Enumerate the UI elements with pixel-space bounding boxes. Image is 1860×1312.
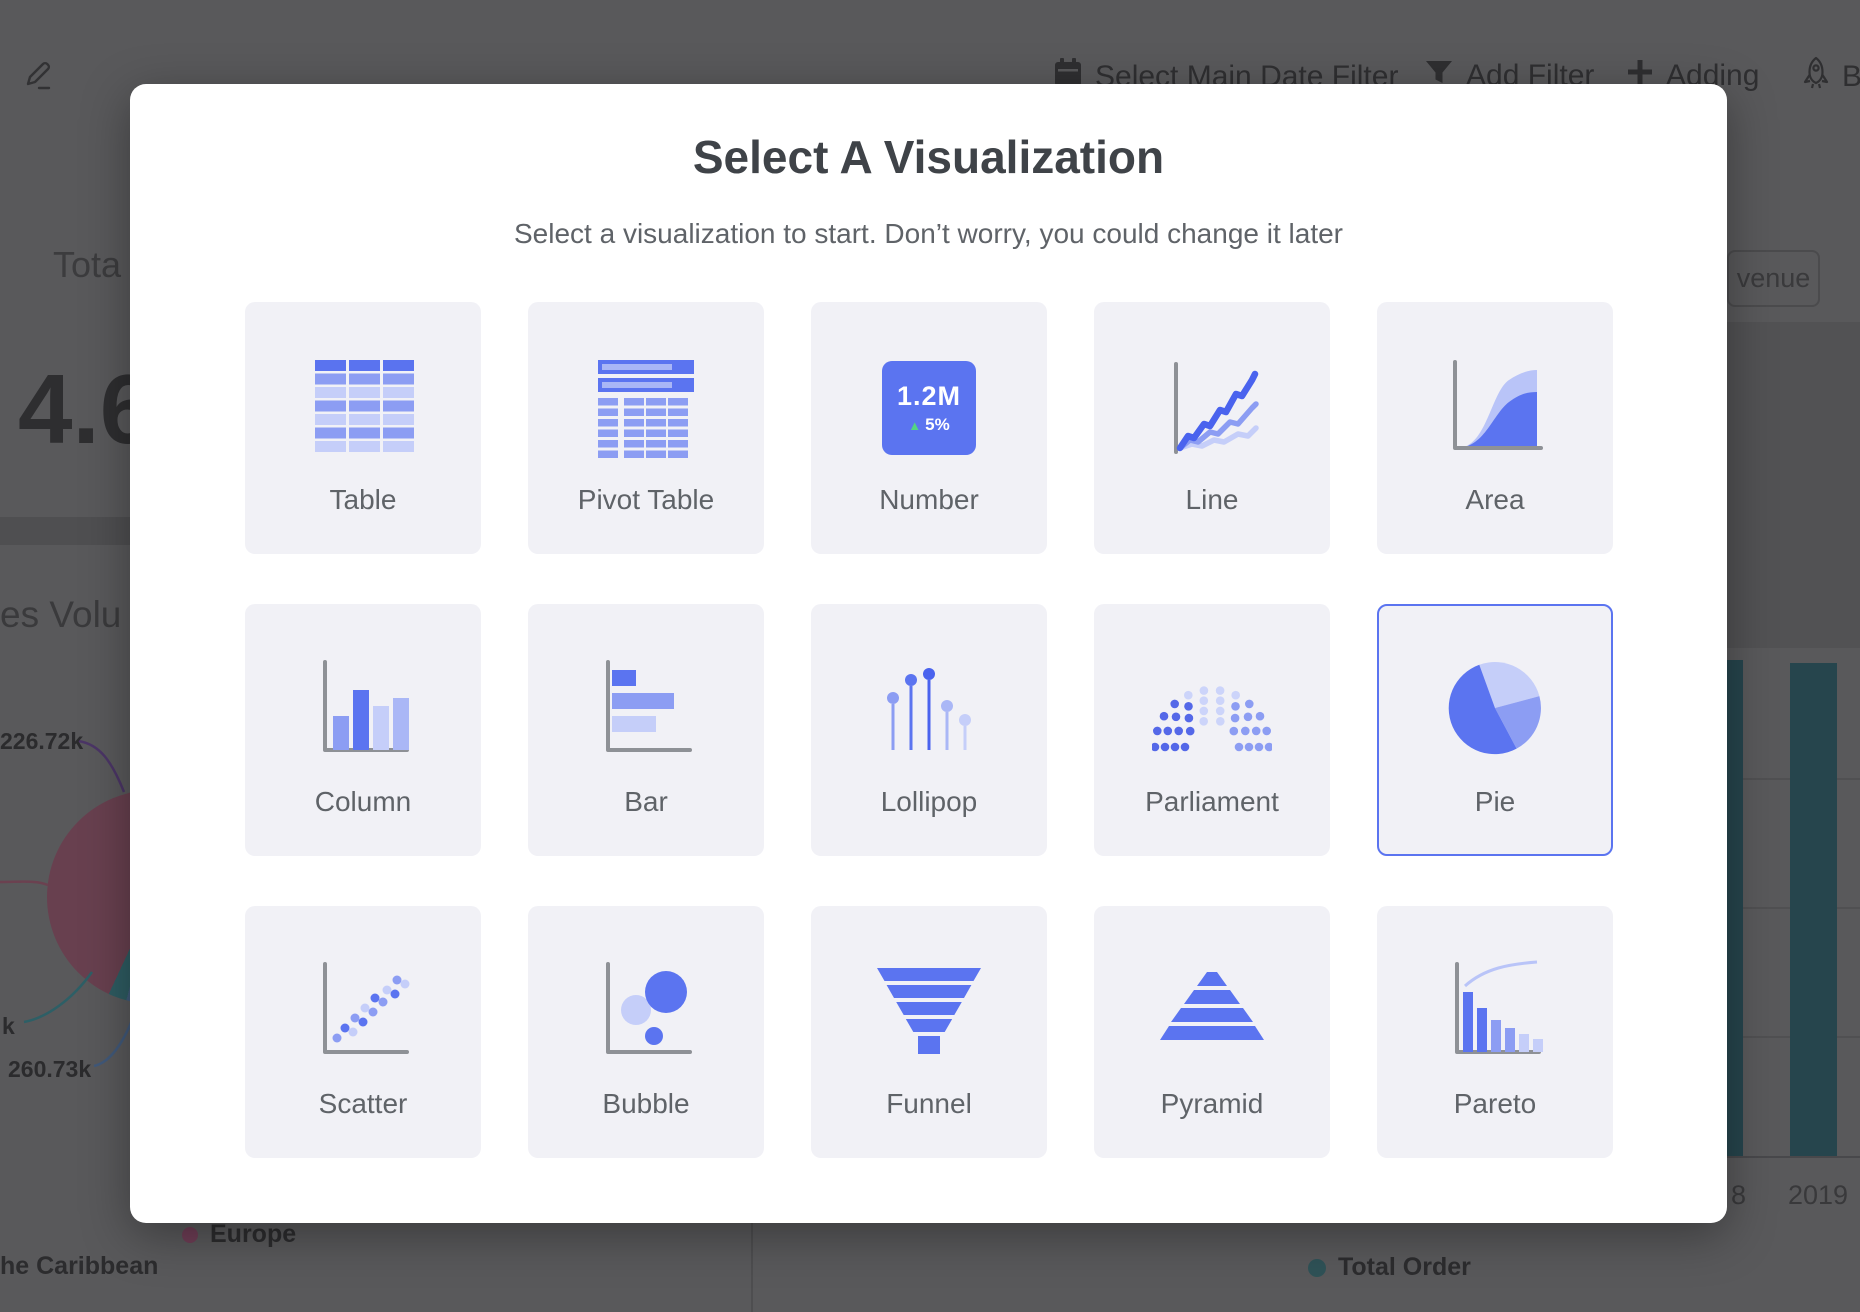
table-chart-icon (303, 348, 423, 468)
visualization-grid: Table Pivot Table 1.2M▲5% Number Line Area Col… (245, 302, 1613, 1158)
viz-tile-line[interactable]: Line (1094, 302, 1330, 554)
viz-tile-label: Pivot Table (530, 484, 762, 516)
delta-up-icon: ▲ (908, 418, 921, 433)
viz-tile-label: Pareto (1379, 1088, 1611, 1120)
viz-tile-pivot-table[interactable]: Pivot Table (528, 302, 764, 554)
scatter-chart-icon (303, 952, 423, 1072)
viz-tile-lollipop[interactable]: Lollipop (811, 604, 1047, 856)
lollipop-chart-icon (869, 650, 989, 770)
viz-tile-table[interactable]: Table (245, 302, 481, 554)
viz-tile-label: Bar (530, 786, 762, 818)
viz-tile-funnel[interactable]: Funnel (811, 906, 1047, 1158)
pyramid-chart-icon (1152, 952, 1272, 1072)
viz-tile-bubble[interactable]: Bubble (528, 906, 764, 1158)
modal-subtitle: Select a visualization to start. Don’t w… (130, 218, 1727, 250)
bubble-chart-icon (586, 952, 706, 1072)
viz-tile-parliament[interactable]: Parliament (1094, 604, 1330, 856)
line-chart-icon (1152, 348, 1272, 468)
viz-tile-pie[interactable]: Pie (1377, 604, 1613, 856)
viz-tile-label: Column (247, 786, 479, 818)
viz-tile-label: Bubble (530, 1088, 762, 1120)
column-chart-icon (303, 650, 423, 770)
viz-tile-bar[interactable]: Bar (528, 604, 764, 856)
viz-tile-pyramid[interactable]: Pyramid (1094, 906, 1330, 1158)
viz-tile-label: Scatter (247, 1088, 479, 1120)
viz-tile-label: Area (1379, 484, 1611, 516)
viz-tile-label: Funnel (813, 1088, 1045, 1120)
viz-tile-label: Line (1096, 484, 1328, 516)
number-preview-card: 1.2M▲5% (882, 361, 976, 455)
parliament-chart-icon (1152, 650, 1272, 770)
pivot-chart-icon (586, 348, 706, 468)
viz-tile-column[interactable]: Column (245, 604, 481, 856)
screen: Select Main Date Filter Add Filter Addin… (0, 0, 1860, 1312)
select-visualization-modal: Select A Visualization Select a visualiz… (130, 84, 1727, 1223)
viz-tile-label: Number (813, 484, 1045, 516)
modal-title: Select A Visualization (130, 130, 1727, 184)
viz-tile-label: Parliament (1096, 786, 1328, 818)
funnel-chart-icon (869, 952, 989, 1072)
viz-tile-scatter[interactable]: Scatter (245, 906, 481, 1158)
pareto-chart-icon (1435, 952, 1555, 1072)
bar-chart-icon (586, 650, 706, 770)
pie-chart-icon (1435, 650, 1555, 770)
number-chart-icon: 1.2M▲5% (869, 348, 989, 468)
viz-tile-number[interactable]: 1.2M▲5% Number (811, 302, 1047, 554)
viz-tile-label: Pyramid (1096, 1088, 1328, 1120)
viz-tile-label: Pie (1379, 786, 1611, 818)
viz-tile-area[interactable]: Area (1377, 302, 1613, 554)
viz-tile-label: Table (247, 484, 479, 516)
viz-tile-label: Lollipop (813, 786, 1045, 818)
viz-tile-pareto[interactable]: Pareto (1377, 906, 1613, 1158)
area-chart-icon (1435, 348, 1555, 468)
